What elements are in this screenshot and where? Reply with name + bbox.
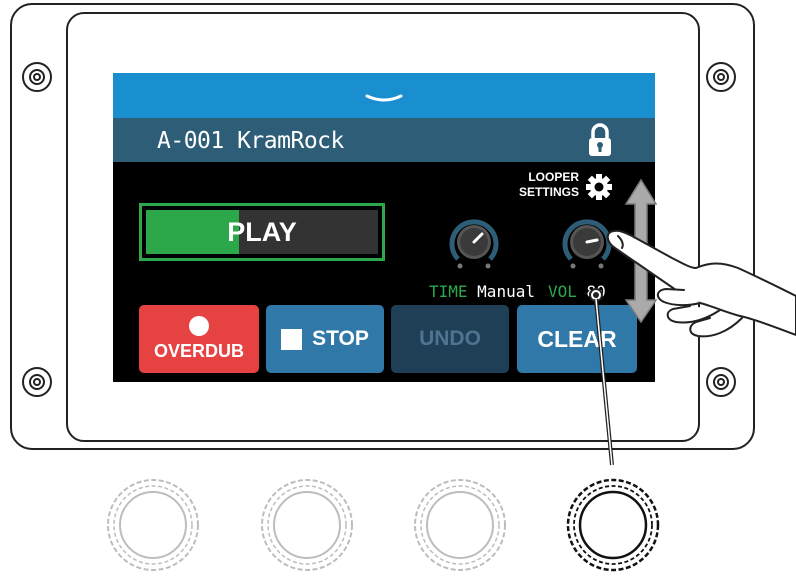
chevron-down-icon[interactable]: [365, 94, 403, 104]
play-label: PLAY: [227, 217, 297, 247]
pulldown-bar[interactable]: [113, 73, 655, 118]
footswitch-1[interactable]: [103, 475, 203, 575]
play-progress-track: PLAY: [146, 210, 378, 254]
looper-settings-line1: LOOPER: [528, 170, 579, 184]
stop-icon: [281, 328, 303, 350]
vol-knob[interactable]: [559, 213, 615, 269]
stop-label: STOP: [312, 327, 369, 350]
patch-title-bar: A-001 KramRock: [113, 118, 655, 162]
touch-screen: A-001 KramRock LOOPER SETTINGS PLAY TIME…: [113, 73, 655, 382]
footswitch-4[interactable]: [563, 475, 663, 575]
looper-settings-label[interactable]: LOOPER SETTINGS: [493, 170, 579, 200]
time-label: TIME: [429, 282, 468, 301]
gear-icon[interactable]: [585, 173, 613, 201]
time-knob[interactable]: [446, 213, 502, 269]
vol-parameter: VOL 80: [548, 282, 606, 302]
lock-icon[interactable]: [587, 122, 613, 158]
overdub-label: OVERDUB: [153, 341, 244, 361]
undo-label: UNDO: [419, 327, 481, 350]
clear-label: CLEAR: [537, 325, 617, 352]
play-status-button[interactable]: PLAY: [139, 203, 385, 261]
clear-button[interactable]: CLEAR: [517, 305, 637, 373]
patch-name[interactable]: A-001 KramRock: [157, 128, 344, 154]
looper-settings-line2: SETTINGS: [518, 185, 579, 199]
vol-label: VOL: [548, 282, 577, 301]
undo-button[interactable]: UNDO: [391, 305, 509, 373]
screw-icon: [706, 367, 736, 397]
stop-button[interactable]: STOP: [266, 305, 384, 373]
screw-icon: [22, 62, 52, 92]
overdub-button[interactable]: OVERDUB: [139, 305, 259, 373]
footswitch-3[interactable]: [410, 475, 510, 575]
footswitch-2[interactable]: [257, 475, 357, 575]
vol-value: 80: [586, 282, 606, 301]
screw-icon: [22, 367, 52, 397]
time-value: Manual: [477, 282, 535, 301]
time-parameter: TIME Manual: [429, 282, 535, 302]
record-icon: [189, 316, 209, 336]
screw-icon: [706, 62, 736, 92]
